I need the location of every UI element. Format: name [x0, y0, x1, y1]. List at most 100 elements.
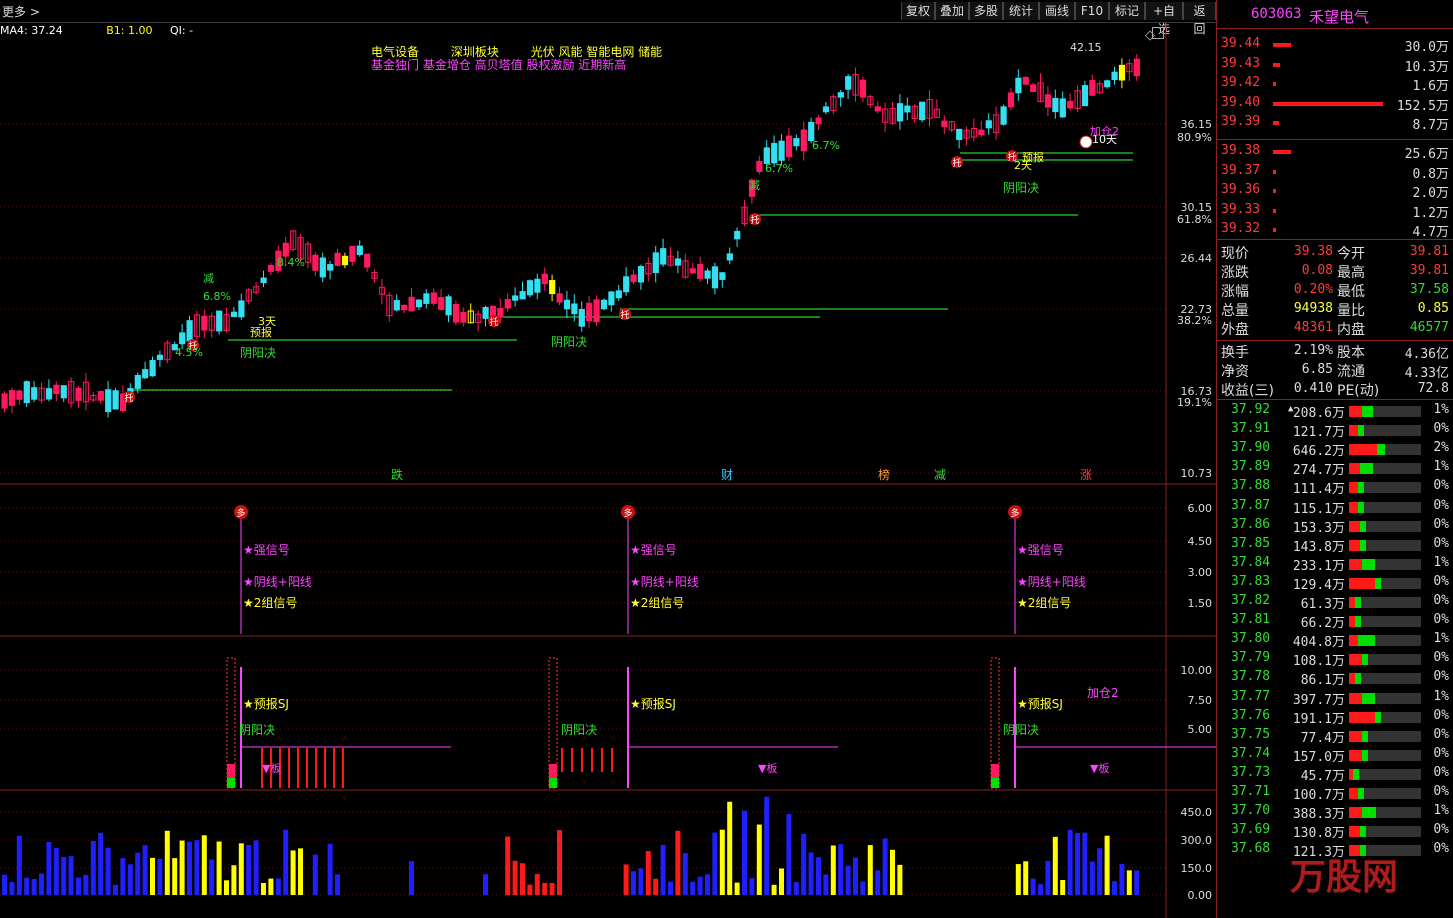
- volume-bar: [786, 814, 792, 895]
- add-watchlist-button[interactable]: +自选: [1145, 2, 1183, 36]
- volume-bar: [1082, 832, 1088, 895]
- dist-bar-green: [1359, 826, 1366, 838]
- y-tick-label: 36.15: [1181, 118, 1213, 131]
- chart-area[interactable]: 多 ★强信号 ★阴线+阳线 ★2组信号 多 ★强信号 ★阴线+阳线 ★2组信号 多 ★强信号 ★阴线…: [0, 22, 1216, 918]
- volume-bar: [98, 832, 104, 895]
- dist-price: 37.79: [1231, 650, 1271, 666]
- volume-bar: [1097, 848, 1103, 895]
- bid-volume-bar: [1273, 228, 1277, 232]
- volume-bar: [157, 858, 163, 895]
- volume-bar: [705, 874, 710, 895]
- dist-volume: 274.7万: [1292, 463, 1345, 479]
- statistics-button[interactable]: 统计: [1003, 2, 1039, 20]
- ask-volume-bar: [1273, 62, 1280, 67]
- dist-price: 37.83: [1231, 573, 1271, 589]
- dist-volume: 143.8万: [1292, 539, 1345, 555]
- candle-body: [16, 390, 23, 400]
- fuquan-button[interactable]: 复权: [901, 2, 935, 20]
- draw-line-button[interactable]: 画线: [1039, 2, 1075, 20]
- candle-body: [719, 272, 726, 280]
- ask-volume-bar: [1273, 82, 1276, 86]
- volume-bar: [150, 857, 155, 895]
- candle-body: [267, 264, 275, 272]
- dist-volume: 111.4万: [1292, 482, 1345, 498]
- volume-bar: [742, 810, 747, 895]
- volume-bar: [653, 878, 659, 895]
- bid-volume-bar: [1273, 208, 1276, 213]
- volume-bar: [719, 829, 725, 895]
- dist-volume: 61.3万: [1300, 597, 1345, 612]
- volume-bar: [275, 878, 281, 895]
- volume-bar: [1067, 829, 1073, 895]
- dist-volume: 130.8万: [1292, 826, 1345, 842]
- dist-price: 37.91: [1231, 421, 1271, 437]
- multi-stock-button[interactable]: 多股: [969, 2, 1003, 20]
- volume-bar: [697, 876, 703, 895]
- dist-bar-green: [1355, 597, 1362, 608]
- candle-body: [482, 306, 489, 319]
- volume-bar: [534, 874, 540, 895]
- candle-body: [600, 299, 608, 310]
- yinyang-signal-label: ★阴线+阳线: [243, 575, 312, 589]
- candle-body: [674, 258, 682, 266]
- quote-value: 46577: [1409, 320, 1449, 335]
- bid-volume: 2.0万: [1412, 186, 1449, 201]
- bid-volume: 25.6万: [1404, 147, 1449, 162]
- back-button[interactable]: 返回: [1183, 2, 1216, 36]
- dist-pct: 0%: [1433, 612, 1449, 628]
- dist-bar-red: [1349, 826, 1360, 838]
- volume-bar: [1038, 884, 1043, 895]
- dist-volume: 100.7万: [1292, 788, 1345, 803]
- more-menu-button[interactable]: 更多 >: [2, 3, 40, 20]
- quote-label: 涨跌: [1221, 265, 1249, 281]
- candle-body: [1007, 92, 1015, 108]
- stock-code: 603063: [1251, 6, 1302, 22]
- quote-label: 现价: [1221, 246, 1249, 262]
- quote-value: 39.81: [1409, 244, 1449, 259]
- volume-bar: [172, 858, 178, 895]
- annot-pct: 6.7%: [812, 139, 840, 152]
- dist-bar-green: [1357, 425, 1364, 437]
- volume-bar: [749, 878, 755, 895]
- f10-button[interactable]: F10: [1075, 2, 1109, 20]
- candle-body: [489, 305, 497, 318]
- dist-volume: 77.4万: [1300, 730, 1345, 746]
- volume-bar: [882, 838, 888, 895]
- candle-body: [349, 245, 356, 262]
- forecast-sj-label: ★预报SJ: [1017, 696, 1063, 711]
- volume-bar: [1104, 835, 1110, 895]
- dist-pct: 1%: [1433, 402, 1449, 417]
- volume-bar: [897, 864, 903, 895]
- dist-bar-green: [1353, 768, 1360, 780]
- dist-bar-red: [1349, 520, 1360, 532]
- dist-pct: 0%: [1433, 593, 1449, 608]
- volume-bar: [675, 830, 681, 895]
- ask-price: 39.42: [1221, 75, 1261, 90]
- dist-price: 37.90: [1231, 440, 1271, 456]
- volume-bar: [631, 871, 636, 895]
- candle-body: [423, 293, 430, 304]
- dist-volume: 157.0万: [1292, 749, 1345, 765]
- dist-volume: 121.7万: [1292, 425, 1345, 441]
- board-label: ▼板: [758, 761, 777, 775]
- dist-bar-red: [1349, 577, 1375, 589]
- candle-body: [541, 273, 548, 285]
- dist-price: 37.92: [1231, 402, 1271, 417]
- candle-body: [401, 305, 408, 311]
- candle-body: [1067, 100, 1074, 109]
- annot-forecast: 预报: [1022, 150, 1044, 164]
- overlay-button[interactable]: 叠加: [935, 2, 969, 20]
- dist-bar-red: [1349, 539, 1360, 551]
- candle-body: [896, 103, 904, 122]
- candle-body: [438, 297, 445, 310]
- volume-bar: [801, 833, 807, 895]
- y-tick-label: 450.0: [1181, 806, 1213, 819]
- candle-body: [630, 274, 637, 283]
- volume-bar: [690, 881, 696, 895]
- dist-bar-red: [1349, 558, 1362, 570]
- volume-bar: [31, 878, 37, 895]
- dist-price: 37.85: [1231, 535, 1271, 551]
- stat-label: 股本: [1337, 345, 1365, 361]
- candle-body: [660, 248, 667, 265]
- mark-button[interactable]: 标记: [1109, 2, 1145, 20]
